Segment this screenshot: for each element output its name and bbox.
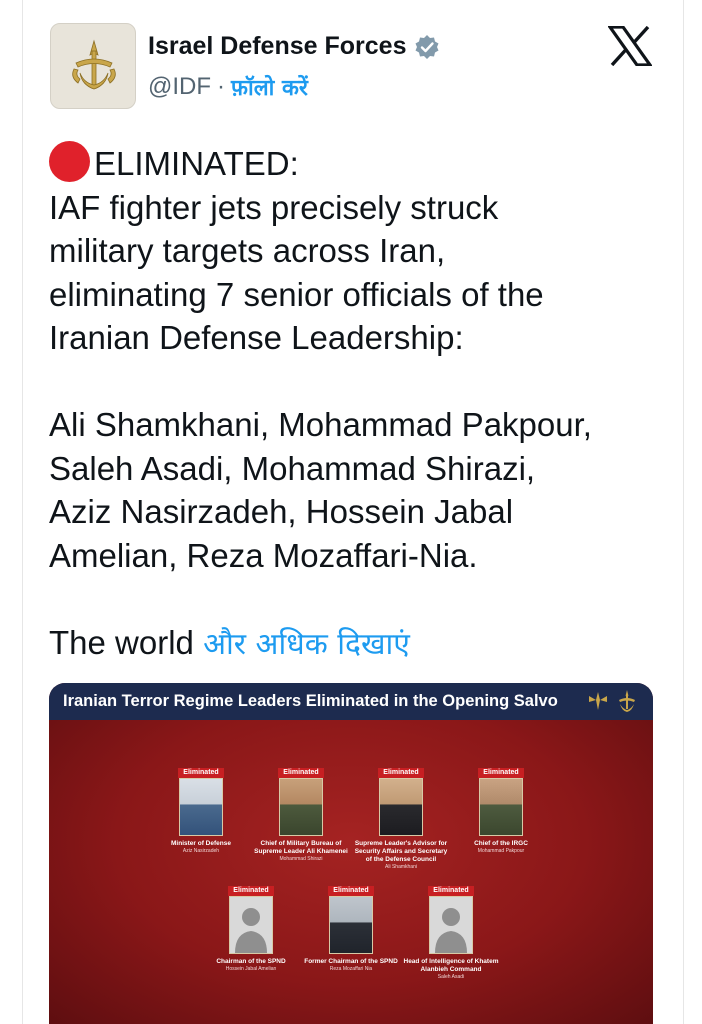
official-card: Eliminated Minister of Defense Aziz Nasi… bbox=[151, 768, 251, 855]
eliminated-tag: Eliminated bbox=[478, 768, 524, 778]
idf-emblem-icon bbox=[619, 690, 635, 712]
official-name: Saleh Asadi bbox=[437, 974, 465, 980]
official-card: Eliminated Supreme Leader's Advisor for … bbox=[351, 768, 451, 871]
official-role: Supreme Leader's Advisor for Security Af… bbox=[354, 840, 448, 863]
author-handle-row: @IDF · फ़ॉलो करें bbox=[148, 72, 308, 102]
official-card: Eliminated Chief of the IRGC Mohammad Pa… bbox=[451, 768, 551, 855]
official-card: Eliminated Head of Intelligence of Khate… bbox=[401, 886, 501, 981]
official-photo bbox=[479, 778, 523, 836]
tweet-line: military targets across Iran, bbox=[49, 232, 446, 269]
official-role: Chief of the IRGC bbox=[474, 840, 528, 847]
eliminated-tag: Eliminated bbox=[178, 768, 224, 778]
official-name: Ali Shamkhani bbox=[385, 864, 417, 870]
follow-button[interactable]: फ़ॉलो करें bbox=[231, 72, 308, 102]
tweet-media-image[interactable]: Iranian Terror Regime Leaders Eliminated… bbox=[49, 683, 653, 1024]
official-name: Mohammad Pakpour bbox=[477, 848, 525, 854]
official-name: Reza Mozaffari Nia bbox=[329, 966, 373, 972]
official-photo bbox=[279, 778, 323, 836]
media-logos bbox=[587, 688, 639, 714]
author-name-row: Israel Defense Forces bbox=[148, 32, 440, 61]
red-circle-icon bbox=[49, 141, 90, 182]
author-name[interactable]: Israel Defense Forces bbox=[148, 32, 406, 61]
official-photo bbox=[379, 778, 423, 836]
eliminated-tag: Eliminated bbox=[228, 886, 274, 896]
tweet-headline: ELIMINATED: bbox=[94, 145, 299, 182]
show-more-link[interactable]: और अधिक दिखाएं bbox=[203, 627, 410, 662]
official-role: Minister of Defense bbox=[171, 840, 231, 847]
tweet-line: Ali Shamkhani, Mohammad Pakpour, bbox=[49, 406, 592, 443]
x-logo-icon[interactable] bbox=[608, 26, 652, 66]
media-title: Iranian Terror Regime Leaders Eliminated… bbox=[63, 692, 558, 710]
eliminated-tag: Eliminated bbox=[378, 768, 424, 778]
official-name: Aziz Nasirzadeh bbox=[182, 848, 220, 854]
official-card: Eliminated Chairman of the SPND Hossein … bbox=[201, 886, 301, 973]
official-card: Eliminated Former Chairman of the SPND R… bbox=[301, 886, 401, 973]
person-placeholder-icon bbox=[435, 908, 467, 953]
official-role: Former Chairman of the SPND bbox=[304, 958, 398, 965]
verified-badge-icon bbox=[415, 34, 439, 59]
official-photo bbox=[229, 896, 273, 954]
tweet-line: IAF fighter jets precisely struck bbox=[49, 188, 499, 226]
official-photo bbox=[429, 896, 473, 954]
tweet-line: Amelian, Reza Mozaffari-Nia. bbox=[49, 536, 478, 574]
eliminated-tag: Eliminated bbox=[278, 768, 324, 778]
official-name: Mohammad Shirazi bbox=[279, 856, 323, 862]
separator: · bbox=[217, 73, 226, 100]
author-handle[interactable]: @IDF bbox=[148, 73, 211, 101]
official-name: Hossein Jabal Amelian bbox=[225, 966, 277, 972]
official-photo bbox=[179, 778, 223, 836]
media-background bbox=[49, 720, 653, 1024]
official-photo bbox=[329, 896, 373, 954]
tweet-line: The world bbox=[49, 623, 194, 661]
official-role: Chairman of the SPND bbox=[216, 958, 286, 965]
eliminated-tag: Eliminated bbox=[328, 886, 374, 896]
official-card: Eliminated Chief of Military Bureau of S… bbox=[251, 768, 351, 863]
person-placeholder-icon bbox=[235, 908, 267, 953]
tweet-line: Iranian Defense Leadership: bbox=[49, 319, 464, 356]
official-role: Chief of Military Bureau of Supreme Lead… bbox=[254, 840, 348, 855]
media-title-bar: Iranian Terror Regime Leaders Eliminated… bbox=[49, 683, 653, 720]
avatar[interactable] bbox=[50, 23, 136, 109]
tweet-text: ELIMINATED: IAF fighter jets precisely s… bbox=[49, 141, 669, 666]
tweet-line: Aziz Nasirzadeh, Hossein Jabal bbox=[49, 493, 514, 530]
tweet-line: Saleh Asadi, Mohammad Shirazi, bbox=[49, 449, 536, 487]
iaf-wings-icon bbox=[589, 692, 607, 710]
eliminated-tag: Eliminated bbox=[428, 886, 474, 896]
idf-emblem-icon bbox=[72, 39, 116, 90]
official-role: Head of Intelligence of Khatem Alanbieh … bbox=[403, 958, 499, 973]
tweet-line: eliminating 7 senior officials of the bbox=[49, 275, 544, 313]
